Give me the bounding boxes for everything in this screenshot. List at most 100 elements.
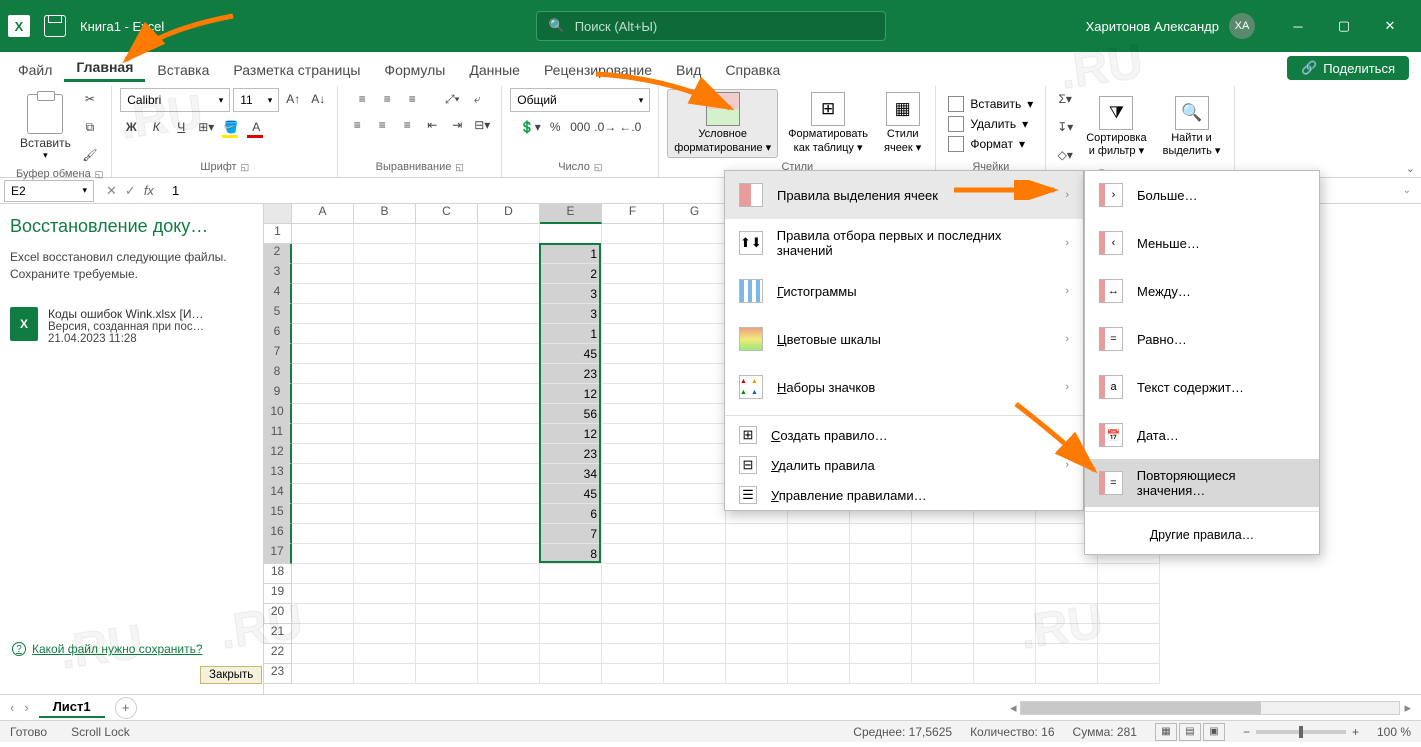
cell[interactable] — [664, 624, 726, 644]
cell[interactable] — [354, 504, 416, 524]
cell[interactable] — [416, 624, 478, 644]
cell[interactable] — [602, 404, 664, 424]
cell[interactable] — [292, 224, 354, 244]
column-header[interactable]: D — [478, 204, 540, 224]
cell[interactable]: 45 — [540, 484, 602, 504]
cell[interactable] — [602, 584, 664, 604]
row-header[interactable]: 2 — [264, 244, 292, 264]
cell[interactable] — [292, 284, 354, 304]
cell[interactable] — [664, 664, 726, 684]
cell[interactable] — [354, 424, 416, 444]
cell[interactable] — [602, 524, 664, 544]
cell[interactable] — [478, 304, 540, 324]
cell[interactable] — [416, 604, 478, 624]
tab-data[interactable]: Данные — [457, 58, 532, 82]
menu-highlight-rules[interactable]: Правила выделения ячеек › — [725, 171, 1083, 219]
cell[interactable] — [974, 564, 1036, 584]
recovery-help-link[interactable]: ? Какой файл нужно сохранить? — [12, 642, 203, 656]
cell[interactable] — [664, 284, 726, 304]
cell[interactable] — [354, 364, 416, 384]
cell[interactable] — [292, 664, 354, 684]
decrease-font-icon[interactable]: A↓ — [307, 88, 329, 110]
row-header[interactable]: 9 — [264, 384, 292, 404]
cell[interactable] — [292, 324, 354, 344]
select-all-corner[interactable] — [264, 204, 292, 224]
cell[interactable] — [1036, 564, 1098, 584]
row-header[interactable]: 1 — [264, 224, 292, 244]
align-top-icon[interactable]: ≡ — [351, 88, 373, 110]
cell[interactable] — [354, 304, 416, 324]
cell[interactable] — [602, 544, 664, 564]
fx-icon[interactable]: fx — [144, 183, 154, 199]
cell[interactable] — [726, 564, 788, 584]
align-middle-icon[interactable]: ≡ — [376, 88, 398, 110]
rule-between[interactable]: ↔Между… — [1085, 267, 1319, 315]
cell[interactable] — [540, 224, 602, 244]
cell[interactable] — [602, 284, 664, 304]
cell[interactable]: 3 — [540, 284, 602, 304]
font-color-icon[interactable]: A — [245, 116, 267, 138]
tab-pagelayout[interactable]: Разметка страницы — [221, 58, 372, 82]
rule-greater-than[interactable]: ›Больше… — [1085, 171, 1319, 219]
cell[interactable] — [664, 304, 726, 324]
cell[interactable] — [478, 284, 540, 304]
row-header[interactable]: 6 — [264, 324, 292, 344]
row-header[interactable]: 15 — [264, 504, 292, 524]
cell[interactable] — [416, 344, 478, 364]
cell[interactable] — [292, 384, 354, 404]
row-header[interactable]: 13 — [264, 464, 292, 484]
cell[interactable] — [974, 584, 1036, 604]
cell[interactable] — [602, 264, 664, 284]
cell[interactable] — [1036, 584, 1098, 604]
cell[interactable] — [540, 664, 602, 684]
menu-clear-rules[interactable]: ⊟ Удалить правила › — [725, 450, 1083, 480]
cell[interactable] — [478, 224, 540, 244]
cell[interactable] — [478, 364, 540, 384]
cell[interactable] — [788, 604, 850, 624]
zoom-out-icon[interactable]: − — [1243, 725, 1250, 739]
cell[interactable] — [416, 324, 478, 344]
cell[interactable] — [292, 424, 354, 444]
cell[interactable] — [1098, 604, 1160, 624]
delete-cells-button[interactable]: Удалить ▾ — [944, 115, 1037, 133]
cell[interactable] — [478, 424, 540, 444]
cell[interactable] — [602, 304, 664, 324]
cell-styles-button[interactable]: ▦ Стилиячеек ▾ — [878, 90, 927, 156]
cell[interactable] — [726, 604, 788, 624]
cell[interactable] — [292, 564, 354, 584]
cell[interactable] — [292, 544, 354, 564]
cell[interactable] — [602, 624, 664, 644]
cell[interactable]: 1 — [540, 324, 602, 344]
menu-data-bars[interactable]: Гистограммы › — [725, 267, 1083, 315]
rule-less-than[interactable]: ‹Меньше… — [1085, 219, 1319, 267]
cell[interactable] — [1036, 664, 1098, 684]
tab-view[interactable]: Вид — [664, 58, 713, 82]
tab-file[interactable]: Файл — [6, 58, 64, 82]
currency-icon[interactable]: 💲▾ — [519, 116, 541, 138]
cell[interactable] — [664, 604, 726, 624]
align-bottom-icon[interactable]: ≡ — [401, 88, 423, 110]
cell[interactable] — [974, 544, 1036, 564]
maximize-button[interactable]: ▢ — [1321, 0, 1367, 52]
zoom-level[interactable]: 100 % — [1377, 725, 1411, 739]
cell[interactable] — [602, 424, 664, 444]
cell[interactable] — [292, 644, 354, 664]
row-header[interactable]: 20 — [264, 604, 292, 624]
font-name-select[interactable]: Calibri▾ — [120, 88, 230, 112]
row-header[interactable]: 18 — [264, 564, 292, 584]
copy-icon[interactable]: ⧉ — [79, 116, 101, 138]
save-icon[interactable] — [44, 15, 66, 37]
format-as-table-button[interactable]: ⊞ Форматироватькак таблицу ▾ — [782, 90, 874, 156]
tab-help[interactable]: Справка — [713, 58, 792, 82]
cell[interactable] — [850, 524, 912, 544]
number-format-select[interactable]: Общий▾ — [510, 88, 650, 112]
cell[interactable] — [478, 344, 540, 364]
cell[interactable] — [788, 524, 850, 544]
add-sheet-button[interactable]: + — [115, 697, 137, 719]
cell[interactable] — [726, 584, 788, 604]
cell[interactable] — [354, 564, 416, 584]
cell[interactable] — [850, 644, 912, 664]
row-header[interactable]: 10 — [264, 404, 292, 424]
align-center-icon[interactable]: ≡ — [371, 114, 393, 136]
cell[interactable] — [850, 664, 912, 684]
